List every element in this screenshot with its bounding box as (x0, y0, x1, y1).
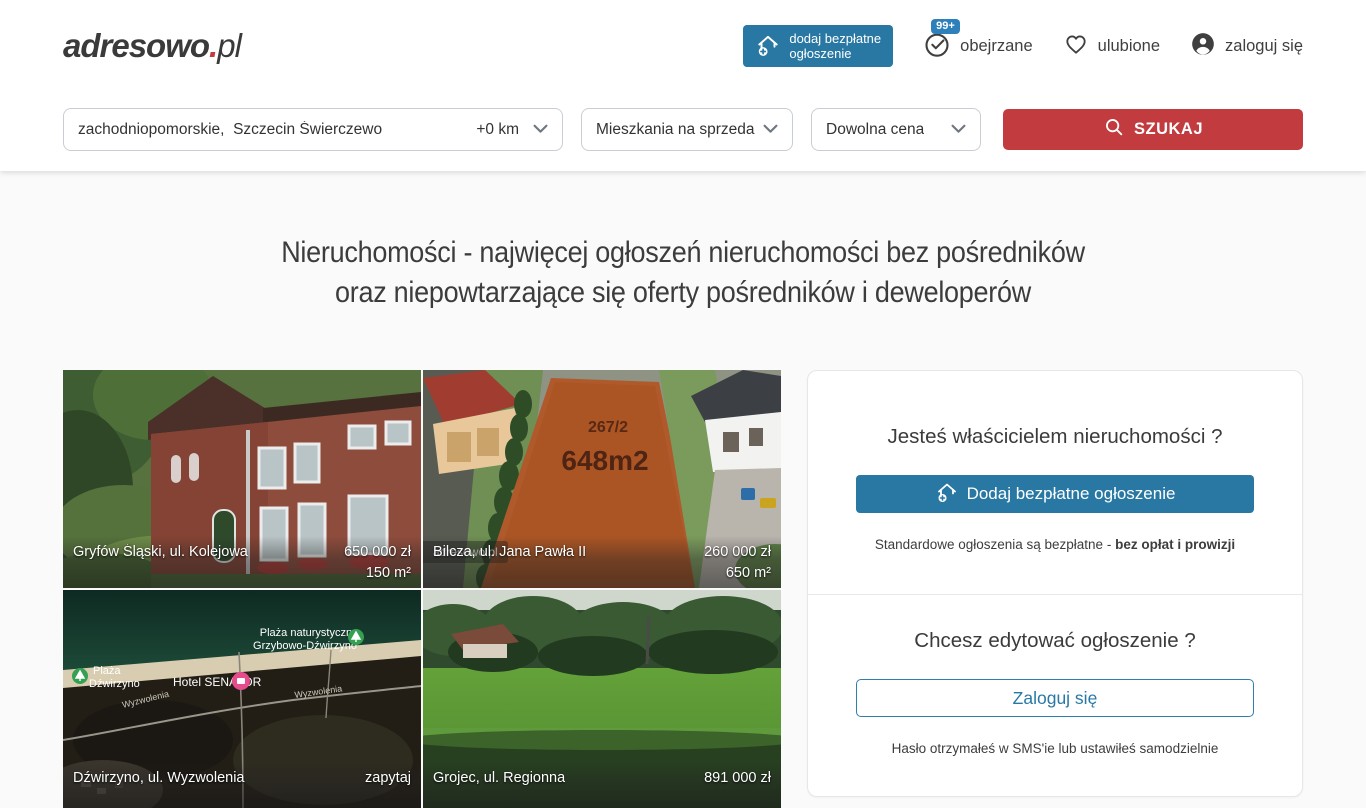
chevron-down-icon (951, 121, 966, 139)
viewed-nav-item[interactable]: 99+ obejrzane (923, 30, 1032, 63)
listing-price: 891 000 zł (704, 770, 771, 786)
listing-price: 260 000 zł (704, 544, 771, 560)
owner-note-regular: Standardowe ogłoszenia są bezpłatne - (875, 537, 1115, 552)
listing-overlay: Bilcza, ul. Jana Pawła II 260 000 zł 650… (423, 536, 781, 588)
sidebar-add-listing-label: Dodaj bezpłatne ogłoszenie (967, 484, 1176, 504)
listing-price: 650 000 zł (344, 544, 411, 560)
search-button-label: SZUKAJ (1134, 120, 1203, 139)
check-circle-icon (923, 30, 951, 63)
edit-note: Hasło otrzymałeś w SMS'ie lub ustawiłeś … (856, 741, 1254, 756)
heart-icon (1063, 31, 1089, 62)
listing-card-dzwirzyno[interactable]: Plaża naturystyczna Grzybowo-Dźwirzyno P… (63, 590, 421, 808)
viewed-count-badge: 99+ (931, 19, 960, 34)
chevron-down-icon (763, 121, 778, 139)
sidebar-add-listing-button[interactable]: Dodaj bezpłatne ogłoszenie (856, 475, 1254, 513)
sidebar: Jesteś właścicielem nieruchomości ? Doda… (807, 370, 1303, 797)
user-icon (1190, 31, 1216, 62)
search-icon (1103, 116, 1125, 143)
page-title-line1: Nieruchomości - najwięcej ogłoszeń nieru… (125, 233, 1241, 273)
plot-number-label: 267/2 (588, 419, 628, 436)
listing-grid: Gryfów Śląski, ul. Kolejowa 650 000 zł 1… (63, 370, 781, 808)
add-listing-label-line1: dodaj bezpłatne (789, 31, 881, 46)
main-content: Nieruchomości - najwięcej ogłoszeń nieru… (63, 233, 1303, 808)
listing-overlay: Gryfów Śląski, ul. Kolejowa 650 000 zł 1… (63, 536, 421, 588)
owner-note-bold: bez opłat i prowizji (1115, 537, 1235, 552)
listing-location: Dźwirzyno, ul. Wyzwolenia (73, 770, 245, 786)
search-submit-button[interactable]: SZUKAJ (1003, 109, 1303, 150)
owner-note: Standardowe ogłoszenia są bezpłatne - be… (856, 537, 1254, 552)
login-nav-item[interactable]: zaloguj się (1190, 31, 1303, 62)
listing-card-grojec[interactable]: Grojec, ul. Regionna 891 000 zł (423, 590, 781, 808)
site-logo[interactable]: adresowo.pl (63, 27, 241, 65)
page-title-line2: oraz niepowtarzające się oferty pośredni… (125, 273, 1241, 313)
radius-value: +0 km (476, 121, 519, 139)
listing-area: 650 m² (433, 565, 771, 581)
map-label-plaza: Plaża (93, 665, 121, 677)
listing-overlay: Grojec, ul. Regionna 891 000 zł (423, 762, 781, 808)
listing-area: 150 m² (73, 565, 411, 581)
listing-location: Gryfów Śląski, ul. Kolejowa (73, 544, 248, 560)
listing-card-gryfow[interactable]: Gryfów Śląski, ul. Kolejowa 650 000 zł 1… (63, 370, 421, 588)
header: adresowo.pl dodaj bezpłatne ogłoszenie (0, 0, 1366, 171)
login-label: zaloguj się (1225, 37, 1303, 56)
map-label-dzwirzyno: Dźwirzyno (89, 678, 140, 690)
listing-location: Grojec, ul. Regionna (433, 770, 565, 786)
favorites-label: ulubione (1098, 37, 1160, 56)
sidebar-login-label: Zaloguj się (1013, 688, 1098, 709)
listing-card-bilcza[interactable]: 267/2 648m2 adresowo.pl Bilcza, ul. Jana… (423, 370, 781, 588)
search-bar: zachodniopomorskie, Szczecin Świerczewo … (63, 108, 1303, 151)
viewed-label: obejrzane (960, 37, 1032, 56)
listing-location: Bilcza, ul. Jana Pawła II (433, 544, 586, 560)
edit-section: Chcesz edytować ogłoszenie ? Zaloguj się… (808, 594, 1302, 796)
listing-price: zapytaj (365, 770, 411, 786)
favorites-nav-item[interactable]: ulubione (1063, 31, 1160, 62)
add-listing-button[interactable]: dodaj bezpłatne ogłoszenie (743, 25, 893, 67)
house-plus-icon (755, 32, 781, 61)
category-value: Mieszkania na sprzeda (596, 121, 755, 139)
house-plus-icon (935, 480, 959, 509)
page-title: Nieruchomości - najwięcej ogłoszeń nieru… (125, 233, 1241, 313)
logo-text: adresowo (63, 27, 209, 64)
location-field[interactable]: zachodniopomorskie, Szczecin Świerczewo … (63, 108, 563, 151)
listing-overlay: Dźwirzyno, ul. Wyzwolenia zapytaj (63, 762, 421, 808)
add-listing-label-line2: ogłoszenie (789, 46, 881, 61)
sidebar-login-button[interactable]: Zaloguj się (856, 679, 1254, 717)
map-label-beach-line2: Grzybowo-Dźwirzyno (253, 640, 357, 652)
owner-section-title: Jesteś właścicielem nieruchomości ? (856, 425, 1254, 449)
sidebar-card: Jesteś właścicielem nieruchomości ? Doda… (807, 370, 1303, 797)
category-select[interactable]: Mieszkania na sprzeda (581, 108, 793, 151)
map-label-beach-line1: Plaża naturystyczna (260, 627, 359, 639)
plot-area-label: 648m2 (561, 445, 648, 476)
price-select[interactable]: Dowolna cena (811, 108, 981, 151)
location-value: zachodniopomorskie, Szczecin Świerczewo (78, 121, 382, 139)
chevron-down-icon (533, 121, 548, 139)
owner-section: Jesteś właścicielem nieruchomości ? Doda… (808, 371, 1302, 594)
edit-section-title: Chcesz edytować ogłoszenie ? (856, 629, 1254, 653)
price-value: Dowolna cena (826, 121, 924, 139)
